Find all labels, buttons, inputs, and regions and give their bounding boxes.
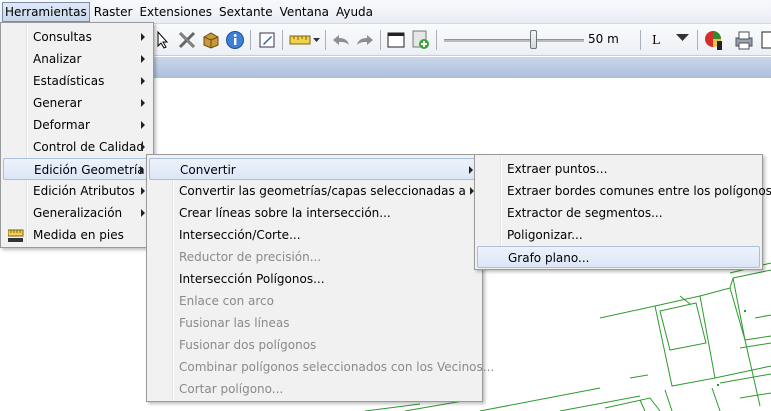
menu-item-cortar-poligono[interactable]: Cortar polígono... <box>149 378 480 400</box>
menu-item-analizar[interactable]: Analizar <box>3 48 151 70</box>
menu-item-convertir[interactable]: Convertir <box>149 158 480 180</box>
convertir-submenu: Extraer puntos... Extraer bordes comunes… <box>474 154 771 270</box>
menu-item-medida-pies[interactable]: Medida en pies <box>3 224 151 246</box>
undo-icon[interactable] <box>330 29 352 51</box>
chevron-down-icon[interactable] <box>676 32 690 46</box>
menu-extensiones[interactable]: Extensiones <box>136 2 215 22</box>
window-icon[interactable] <box>385 29 407 51</box>
menu-item-edicion-atributos[interactable]: Edición Atributos <box>3 180 151 202</box>
submenu-arrow-icon <box>141 209 145 217</box>
submenu-arrow-icon <box>141 33 145 41</box>
toolbar-separator <box>697 30 698 50</box>
edicion-geometria-submenu: Convertir Convertir las geometrías/capas… <box>146 154 494 402</box>
menu-item-extraer-puntos[interactable]: Extraer puntos... <box>477 158 760 180</box>
box-icon[interactable] <box>200 29 222 51</box>
add-layer-icon[interactable] <box>410 29 432 51</box>
menu-item-generalizacion[interactable]: Generalización <box>3 202 151 224</box>
menu-ventana[interactable]: Ventana <box>277 2 332 22</box>
menu-item-estadisticas[interactable]: Estadísticas <box>3 70 151 92</box>
menu-item-interseccion-poligonos[interactable]: Intersección Polígonos... <box>149 268 480 290</box>
menu-item-control-calidad[interactable]: Control de Calidad <box>3 136 151 158</box>
menu-item-deformar[interactable]: Deformar <box>3 114 151 136</box>
scale-label: 50 m <box>588 32 619 46</box>
toolbar-separator <box>282 30 283 50</box>
menu-item-convertir-geometrias[interactable]: Convertir las geometrías/capas seleccion… <box>149 180 480 202</box>
menu-item-generar[interactable]: Generar <box>3 92 151 114</box>
menu-sextante[interactable]: Sextante <box>216 2 276 22</box>
menu-raster[interactable]: Raster <box>91 2 136 22</box>
menu-item-enlace-arco[interactable]: Enlace con arco <box>149 290 480 312</box>
toolbar-separator <box>436 30 437 50</box>
page-icon[interactable] <box>761 29 771 51</box>
menu-item-extractor-segmentos[interactable]: Extractor de segmentos... <box>477 202 760 224</box>
line-style-label: L <box>652 33 660 47</box>
submenu-arrow-icon <box>141 55 145 63</box>
map-color-icon[interactable] <box>703 29 725 51</box>
toolbar-separator <box>380 30 381 50</box>
menu-item-fusionar-lineas[interactable]: Fusionar las líneas <box>149 312 480 334</box>
zoom-slider-thumb[interactable] <box>530 30 538 49</box>
select-arrow-icon[interactable] <box>152 29 174 51</box>
chevron-down-icon[interactable] <box>312 29 322 51</box>
redo-icon[interactable] <box>354 29 376 51</box>
menu-item-reductor-precision[interactable]: Reductor de precisión... <box>149 246 480 268</box>
toolbar-separator <box>325 30 326 50</box>
menu-ayuda[interactable]: Ayuda <box>333 2 376 22</box>
submenu-arrow-icon <box>141 99 145 107</box>
menu-item-poligonizar[interactable]: Poligonizar... <box>477 224 760 246</box>
menu-item-fusionar-poligonos[interactable]: Fusionar dos polígonos <box>149 334 480 356</box>
submenu-arrow-icon <box>141 77 145 85</box>
menu-item-interseccion-corte[interactable]: Intersección/Corte... <box>149 224 480 246</box>
submenu-arrow-icon <box>469 166 473 174</box>
ruler-feet-icon <box>7 228 24 250</box>
menu-bar: Herramientas Raster Extensiones Sextante… <box>0 0 771 24</box>
menu-item-extraer-bordes[interactable]: Extraer bordes comunes entre los polígon… <box>477 180 771 202</box>
submenu-arrow-icon <box>141 143 145 151</box>
edit-pencil-icon[interactable] <box>256 29 278 51</box>
menu-item-crear-lineas[interactable]: Crear líneas sobre la intersección... <box>149 202 480 224</box>
zoom-slider[interactable] <box>444 39 584 42</box>
info-icon[interactable] <box>224 29 246 51</box>
submenu-arrow-icon <box>141 121 145 129</box>
delete-tool-icon[interactable] <box>176 29 198 51</box>
herramientas-menu: Consultas Analizar Estadísticas Generar … <box>0 22 154 248</box>
submenu-arrow-icon <box>141 187 145 195</box>
toolbar-separator <box>640 30 641 50</box>
menu-item-grafo-plano[interactable]: Grafo plano... <box>477 246 760 268</box>
print-icon[interactable] <box>733 29 755 51</box>
menu-item-consultas[interactable]: Consultas <box>3 26 151 48</box>
menu-item-combinar-poligonos[interactable]: Combinar polígonos seleccionados con los… <box>149 356 494 378</box>
menu-item-edicion-geometria[interactable]: Edición Geometría <box>3 158 151 180</box>
menu-herramientas[interactable]: Herramientas <box>2 1 90 22</box>
toolbar-separator <box>250 30 251 50</box>
submenu-arrow-icon <box>140 166 144 174</box>
measure-ruler-icon[interactable] <box>287 29 315 51</box>
